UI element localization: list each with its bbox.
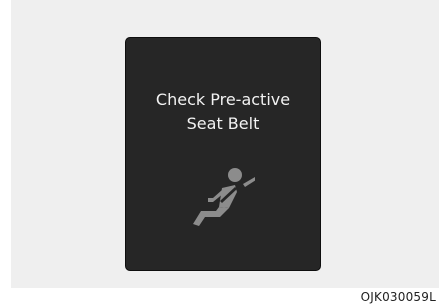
occupant-head-shape bbox=[228, 168, 242, 182]
figure-canvas: Check Pre-active Seat Belt OJK030059L bbox=[0, 0, 439, 306]
warning-message-line-1: Check Pre-active bbox=[155, 90, 291, 109]
occupant-leg-shape bbox=[193, 207, 229, 226]
cluster-display: Check Pre-active Seat Belt bbox=[125, 37, 321, 271]
belt-anchor-shape bbox=[243, 177, 255, 187]
figure-code: OJK030059L bbox=[360, 290, 436, 304]
seat-belt-warning-icon bbox=[193, 168, 255, 226]
warning-message-line-2: Seat Belt bbox=[186, 114, 260, 133]
warning-message: Check Pre-active Seat Belt bbox=[126, 88, 320, 136]
